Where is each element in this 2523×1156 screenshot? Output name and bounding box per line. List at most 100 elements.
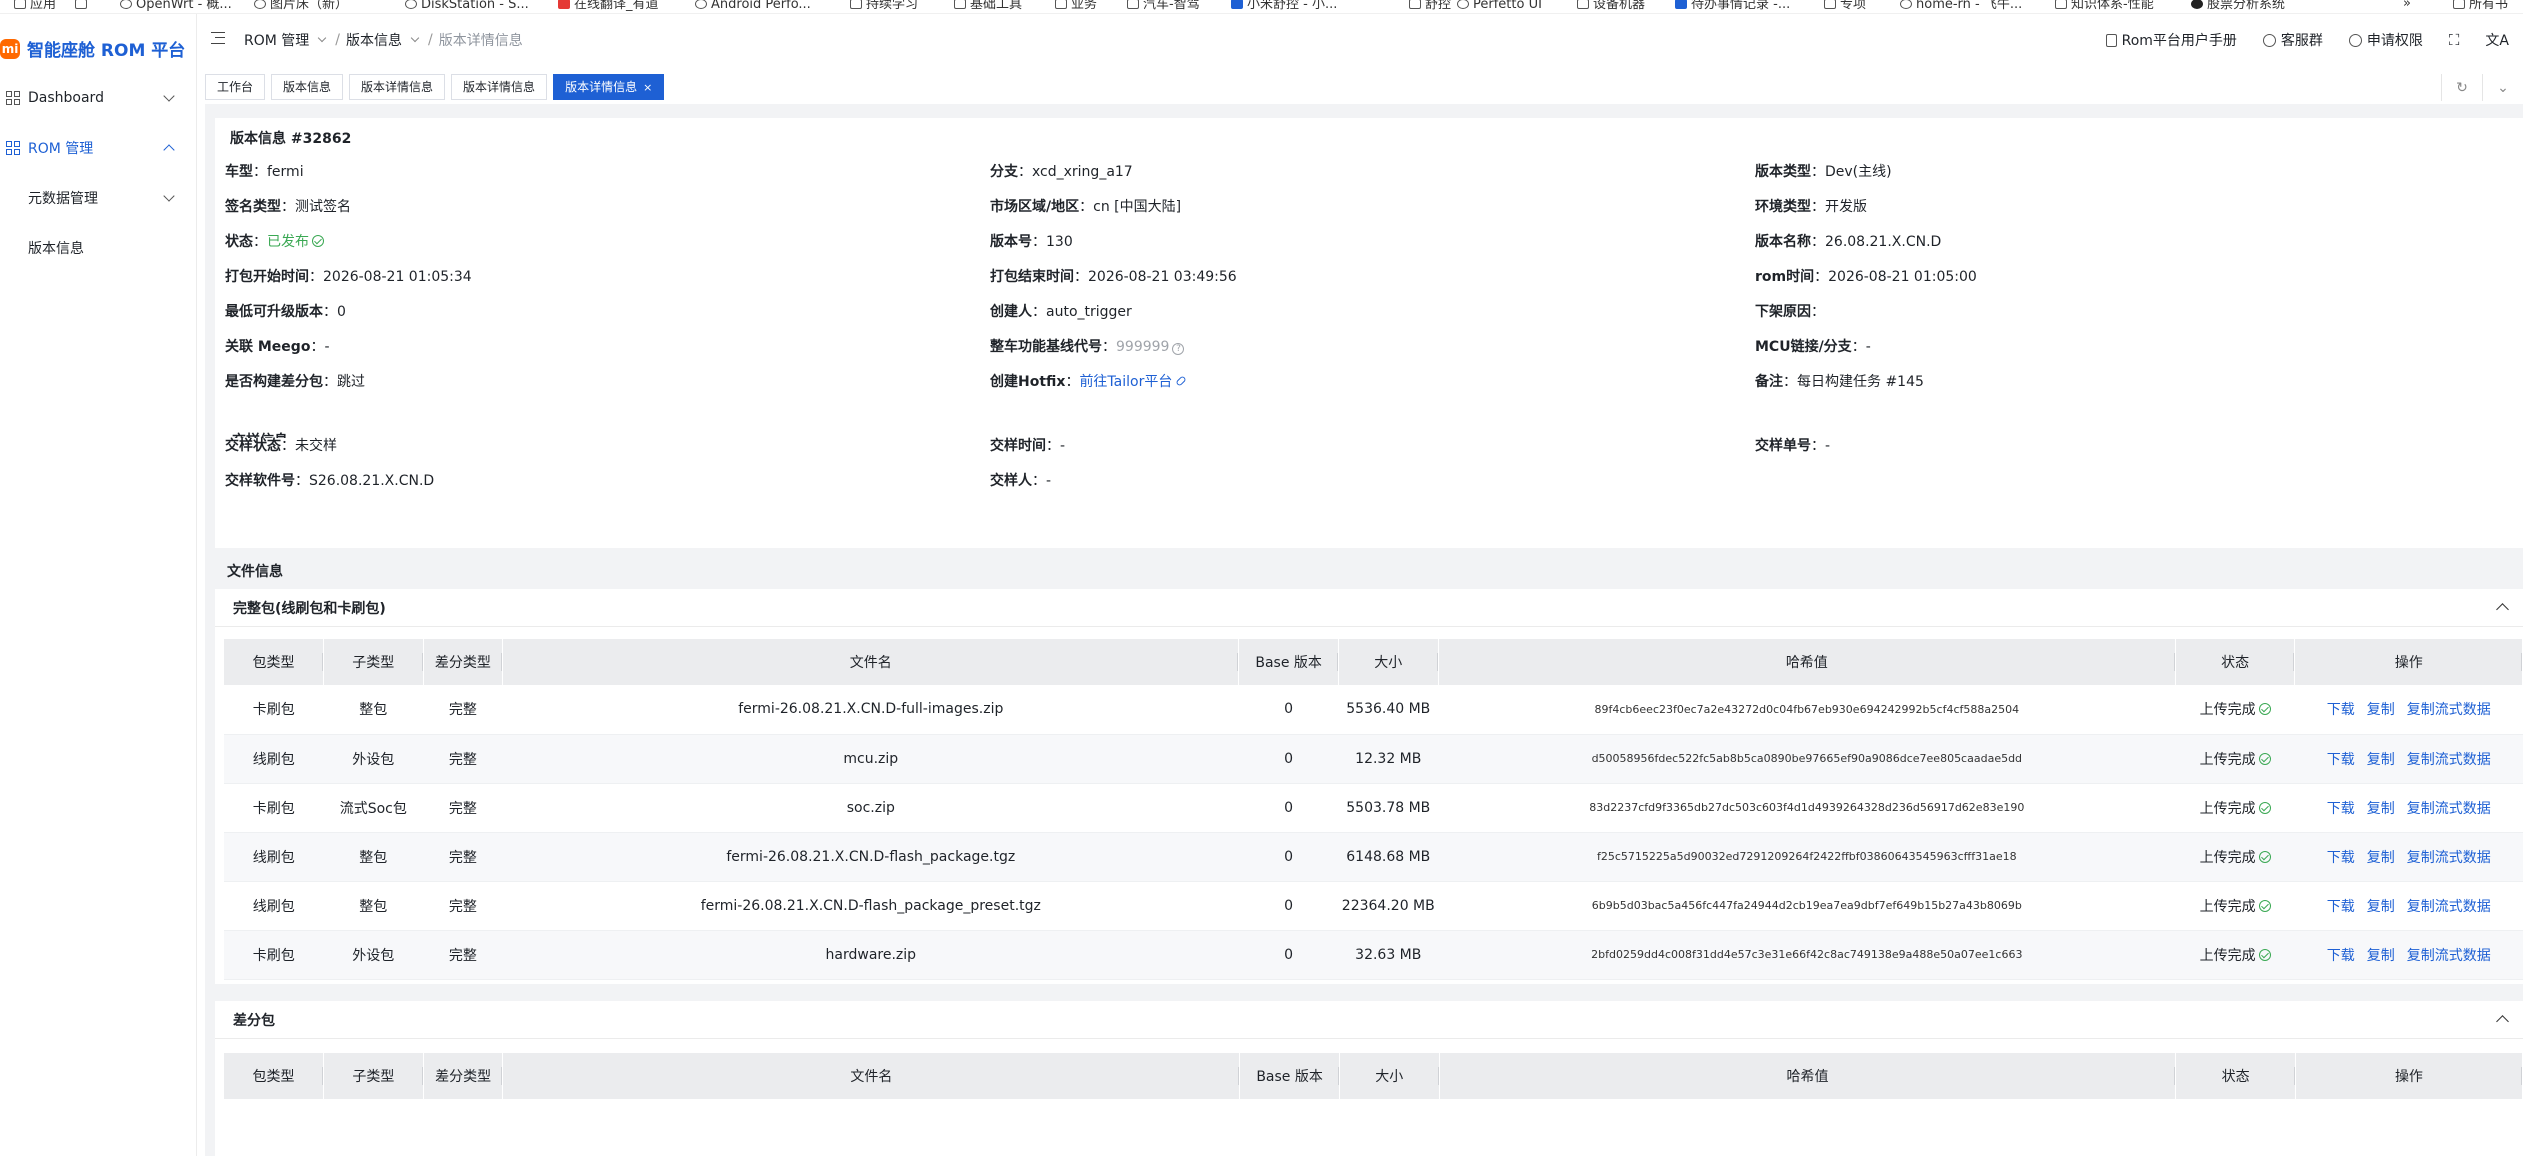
copy-stream-link[interactable]: 复制流式数据 (2407, 899, 2491, 915)
copy-stream-link[interactable]: 复制流式数据 (2407, 801, 2491, 817)
copy-link[interactable]: 复制 (2367, 752, 2395, 768)
download-link[interactable]: 下载 (2327, 850, 2355, 866)
bookmark-label: 股票分析系统 (2207, 0, 2286, 12)
user-manual-button[interactable]: Rom平台用户手册 (2105, 30, 2237, 50)
copy-link[interactable]: 复制 (2367, 801, 2395, 817)
grid-icon (14, 0, 26, 9)
full-package-header[interactable]: 完整包(线刷包和卡刷包) (215, 589, 2523, 627)
table-cell: 0 (1238, 881, 1339, 931)
diff-package-header[interactable]: 差分包 (215, 1001, 2523, 1039)
field-value: 0 (337, 304, 346, 320)
table-cell: 0 (1238, 930, 1339, 980)
field-0-1: 分支：xcd_xring_a17 (990, 164, 1133, 180)
bookmark-item[interactable]: 业务 (1055, 0, 1097, 11)
bookmark-item[interactable]: home-rn - 飞牛... (1900, 0, 2022, 11)
doc-icon (1675, 0, 1687, 9)
download-link[interactable]: 下载 (2327, 752, 2355, 768)
table-cell: 完整 (423, 881, 503, 931)
menu-fold-icon[interactable] (211, 32, 225, 44)
bookmark-item[interactable]: 专项 (1824, 0, 1867, 12)
bookmark-item[interactable]: 所有书 (2453, 0, 2508, 11)
ops-cell: 下载 复制 复制流式数据 (2294, 832, 2523, 882)
bookmark-item[interactable]: 在线翻译_有道 (558, 0, 659, 11)
bookmark-item[interactable]: 图片床（新） (254, 0, 348, 11)
help-icon[interactable]: ? (1172, 343, 1185, 355)
bookmark-item[interactable]: 股票分析系统 (2191, 0, 2286, 12)
download-link[interactable]: 下载 (2327, 948, 2355, 964)
column-header: 大小 (1339, 1053, 1440, 1099)
bookmark-item[interactable]: 汽车-智驾 (1127, 0, 1200, 11)
router-icon (120, 0, 132, 9)
download-link[interactable]: 下载 (2327, 801, 2355, 817)
download-link[interactable]: 下载 (2327, 702, 2355, 718)
sidebar-item-0[interactable]: Dashboard (0, 78, 197, 118)
field-value[interactable]: 前往Tailor平台 (1079, 374, 1172, 390)
copy-link[interactable]: 复制 (2367, 899, 2395, 915)
table-cell: 0 (1238, 734, 1339, 784)
bookmark-item[interactable]: 舒控 (1409, 0, 1451, 11)
bookmark-item[interactable]: Android Perfo... (695, 0, 811, 11)
chevron-up-icon[interactable] (163, 144, 175, 156)
bookmark-item[interactable]: 小米舒控 - 小... (1231, 0, 1337, 11)
copy-link[interactable]: 复制 (2367, 702, 2395, 718)
collapse-icon[interactable] (2496, 1015, 2509, 1028)
copy-stream-link[interactable]: 复制流式数据 (2407, 850, 2491, 866)
tab-0[interactable]: 工作台 (205, 74, 266, 100)
fullscreen-icon[interactable]: ⛶ (2449, 31, 2460, 49)
copy-link[interactable]: 复制 (2367, 948, 2395, 964)
bookmark-item[interactable]: 应用 (14, 0, 56, 11)
bookmark-item[interactable]: OpenWrt - 概... (120, 0, 232, 11)
copy-stream-link[interactable]: 复制流式数据 (2407, 702, 2491, 718)
bookmark-item[interactable]: DiskStation - S... (405, 0, 529, 11)
bookmark-item[interactable]: 基础工具 (954, 0, 1022, 11)
table-cell: 完整 (423, 930, 503, 980)
table-cell: 流式Soc包 (323, 783, 424, 833)
copy-stream-link[interactable]: 复制流式数据 (2407, 752, 2491, 768)
breadcrumb-version[interactable]: 版本信息 (346, 30, 402, 50)
diff-package-panel: 差分包 包类型 子类型 差分类型 文件名 Base 版本 大小 哈希值 状态 操作 (215, 1001, 2523, 1156)
bookmark-item[interactable]: 设备机器 (1577, 0, 1645, 11)
bookmark-item[interactable]: 持续学习 (850, 0, 918, 11)
download-link[interactable]: 下载 (2327, 899, 2355, 915)
copy-link[interactable]: 复制 (2367, 850, 2395, 866)
tab-3[interactable]: 版本详情信息 (451, 74, 548, 100)
close-icon[interactable]: × (643, 81, 652, 94)
sidebar-item-2[interactable]: 元数据管理 (0, 178, 197, 218)
chevron-down-icon[interactable] (163, 190, 175, 202)
breadcrumb-rom[interactable]: ROM 管理 (244, 30, 309, 50)
app-logo[interactable]: mi 智能座舱 ROM 平台 (0, 36, 185, 61)
row-actions: 下载 复制 复制流式数据 (2321, 850, 2497, 866)
sidebar-item-3[interactable]: 版本信息 (0, 228, 197, 268)
field-value: 130 (1046, 234, 1073, 250)
file-name-cell: fermi-26.08.21.X.CN.D-flash_package_pres… (502, 881, 1239, 931)
tab-2[interactable]: 版本详情信息 (349, 74, 446, 100)
tab-1[interactable]: 版本信息 (271, 74, 344, 100)
refresh-icon[interactable]: ↻ (2441, 74, 2482, 101)
bookmark-item[interactable]: 知识体系-性能 (2055, 0, 2154, 11)
ops-cell: 下载 复制 复制流式数据 (2294, 783, 2523, 833)
column-header: 差分类型 (423, 639, 504, 685)
table-cell: 上传完成 (2175, 685, 2295, 735)
table-cell: 上传完成 (2175, 930, 2295, 980)
bookmark-label: 专项 (1840, 0, 1867, 12)
chevron-down-icon (318, 33, 327, 43)
service-group-button[interactable]: 客服群 (2262, 30, 2323, 50)
field-3-1: 打包结束时间：2026-08-21 03:49:56 (990, 269, 1237, 285)
bookmark-item[interactable]: » (2403, 0, 2411, 11)
translate-icon[interactable]: 文A (2485, 30, 2509, 50)
sidebar-item-label: Dashboard (28, 90, 104, 106)
copy-stream-link[interactable]: 复制流式数据 (2407, 948, 2491, 964)
collapse-icon[interactable] (2496, 603, 2509, 616)
field-key: 环境类型 (1755, 199, 1811, 215)
chevron-down-icon[interactable] (163, 90, 175, 102)
apply-permission-button[interactable]: 申请权限 (2348, 30, 2423, 50)
sidebar-item-1[interactable]: ROM 管理 (0, 128, 197, 168)
key-icon (2348, 33, 2362, 47)
bookmark-item[interactable]: 待办事情记录 -... (1675, 0, 1790, 11)
globe-icon (254, 0, 266, 9)
bookmark-item[interactable]: Perfetto UI (1457, 0, 1542, 11)
chevron-down-icon[interactable]: ⌄ (2482, 74, 2523, 101)
bookmark-label: » (2403, 0, 2411, 11)
tab-4[interactable]: 版本详情信息 × (553, 74, 665, 100)
bookmark-item[interactable] (75, 0, 91, 9)
